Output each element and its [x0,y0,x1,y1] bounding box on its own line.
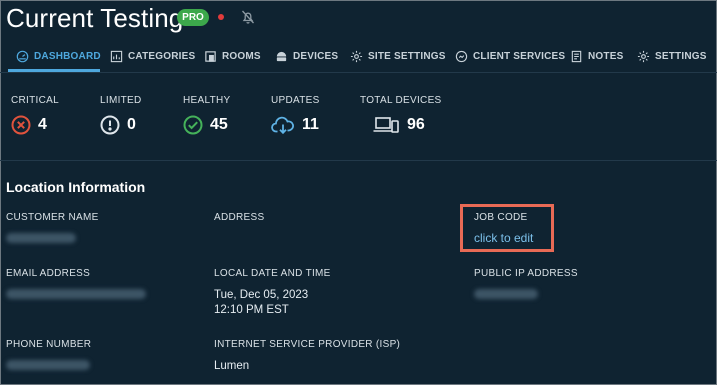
location-section-title: Location Information [6,179,146,195]
stat-critical[interactable]: CRITICAL 4 [11,95,59,135]
email-address-field: EMAIL ADDRESS [6,268,146,299]
categories-chart-icon [110,50,123,62]
isp-field: INTERNET SERVICE PROVIDER (ISP) Lumen [214,339,400,374]
local-date-time-field: LOCAL DATE AND TIME Tue, Dec 05, 2023 12… [214,268,331,318]
notes-icon [571,50,582,62]
x-circle-icon [11,115,31,135]
tab-label: DEVICES [293,50,339,62]
public-ip-field: PUBLIC IP ADDRESS [474,268,578,299]
stat-label: CRITICAL [11,95,59,106]
field-label: CUSTOMER NAME [6,212,99,223]
tab-divider [0,72,717,73]
room-icon [205,50,216,62]
redacted-value [474,289,538,299]
tab-label: NOTES [588,50,624,62]
bell-slash-icon[interactable] [240,9,256,25]
tab-label: CLIENT SERVICES [473,50,566,62]
stat-label: UPDATES [271,95,320,106]
phone-number-field: PHONE NUMBER [6,339,91,370]
tab-site-settings[interactable]: SITE SETTINGS [350,40,446,72]
stat-value: 96 [407,116,425,133]
tab-label: SETTINGS [655,50,707,62]
tab-bar: DASHBOARD CATEGORIES ROOMS DEVICES SITE … [0,40,717,72]
tab-client-services[interactable]: CLIENT SERVICES [455,40,565,72]
gear-icon [637,50,650,62]
stat-healthy[interactable]: HEALTHY 45 [183,95,230,135]
tab-label: SITE SETTINGS [368,50,446,62]
client-services-icon [455,50,468,62]
stat-value: 0 [127,116,136,133]
local-time-value: 12:10 PM EST [214,304,289,316]
section-divider [0,160,717,161]
stat-value: 4 [38,116,47,133]
isp-value: Lumen [214,360,250,372]
tab-label: DASHBOARD [34,50,101,62]
field-label: PHONE NUMBER [6,339,92,350]
redacted-value [6,289,146,299]
field-label: LOCAL DATE AND TIME [214,268,331,279]
stat-label: LIMITED [100,95,142,106]
field-label: INTERNET SERVICE PROVIDER (ISP) [214,339,401,350]
tab-categories[interactable]: CATEGORIES [110,40,195,72]
field-label: PUBLIC IP ADDRESS [474,268,578,279]
tab-label: CATEGORIES [128,50,196,62]
stat-limited[interactable]: LIMITED 0 [100,95,142,135]
tab-label: ROOMS [222,50,261,62]
stat-label: HEALTHY [183,95,231,106]
dashboard-gauge-icon [16,50,29,62]
exclamation-circle-icon [100,115,120,135]
local-date-value: Tue, Dec 05, 2023 [214,289,309,301]
customer-name-field: CUSTOMER NAME [6,212,99,243]
stat-total-devices[interactable]: TOTAL DEVICES 96 [360,95,442,135]
tab-devices[interactable]: DEVICES [275,40,338,72]
check-circle-icon [183,115,203,135]
pro-badge: PRO [177,9,209,26]
tab-rooms[interactable]: ROOMS [204,40,261,72]
field-label: EMAIL ADDRESS [6,268,91,279]
site-title: Current Testing [6,3,184,33]
tab-notes[interactable]: NOTES [570,40,623,72]
stat-value: 11 [302,116,319,133]
devices-icon [276,51,287,61]
field-label: ADDRESS [214,212,265,223]
cloud-download-icon [271,116,294,135]
highlight-box [460,204,554,252]
status-dot [218,14,224,20]
stat-updates[interactable]: UPDATES 11 [271,95,320,135]
address-field: ADDRESS [214,212,264,223]
gear-icon [350,50,363,62]
redacted-value [6,233,76,243]
tab-dashboard[interactable]: DASHBOARD [16,40,101,72]
tab-settings[interactable]: SETTINGS [637,40,707,72]
stat-label: TOTAL DEVICES [360,95,442,106]
stat-value: 45 [210,116,228,133]
laptop-phone-icon [373,117,399,133]
redacted-value [6,360,90,370]
